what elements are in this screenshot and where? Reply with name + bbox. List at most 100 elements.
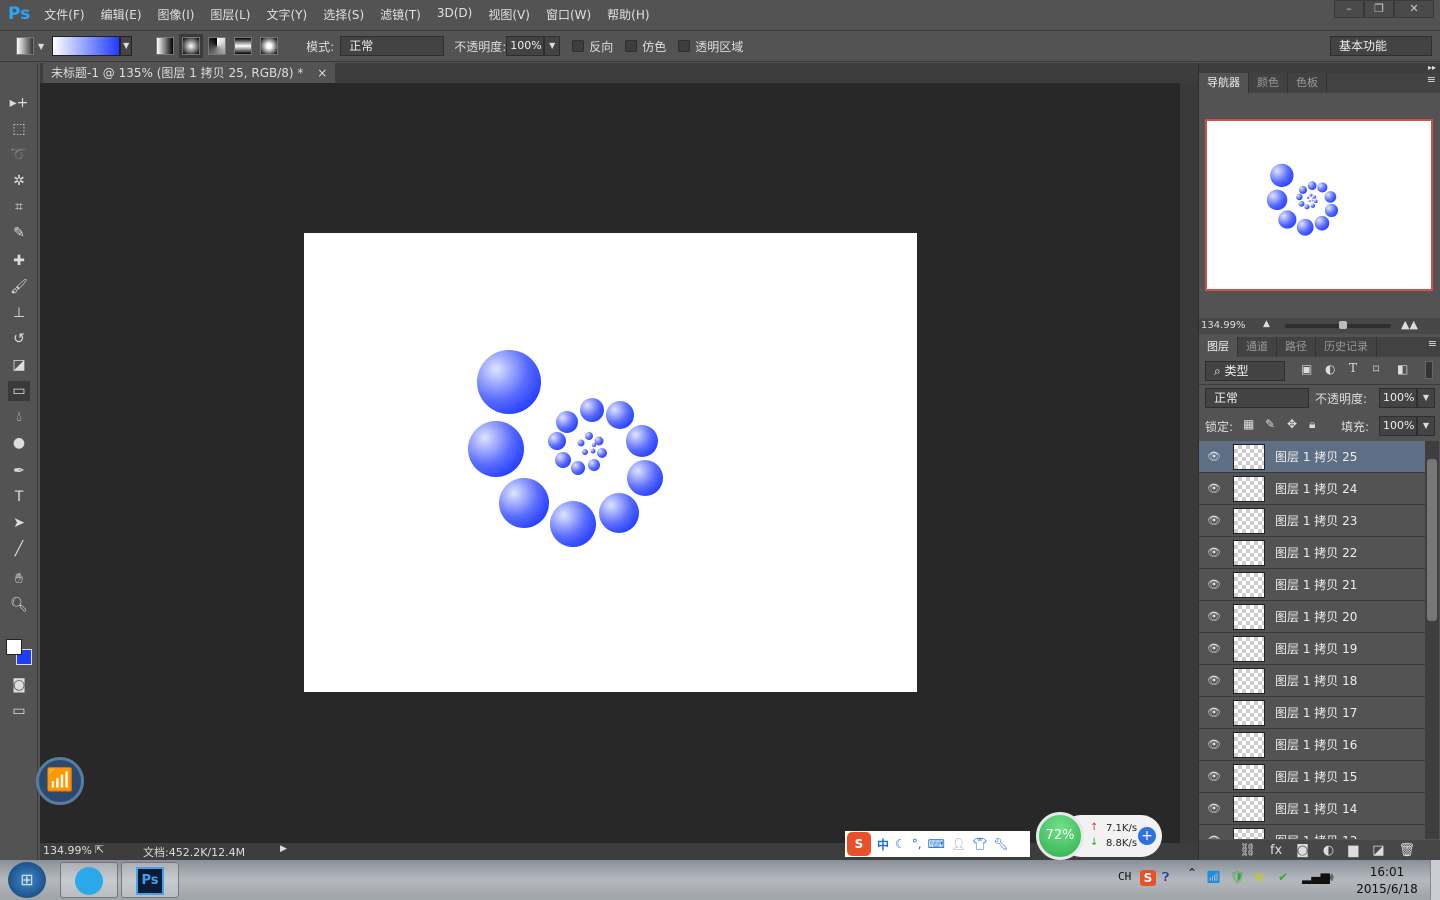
pen-tool-icon[interactable]: ✒ (8, 461, 30, 481)
user-icon[interactable]: 👤︎ (951, 837, 966, 851)
reflected-gradient-icon[interactable] (234, 37, 253, 55)
menu-item[interactable]: 视图(V) (488, 6, 530, 23)
menu-item[interactable]: 滤镜(T) (380, 6, 421, 23)
layer-name[interactable]: 图层 1 拷贝 25 (1275, 448, 1357, 465)
gradient-picker[interactable] (52, 36, 121, 56)
fill-dropdown[interactable]: ▼ (1417, 416, 1435, 436)
zoom-out-icon[interactable]: ▲ (1263, 319, 1270, 329)
transparency-checkbox[interactable] (678, 40, 691, 52)
tools-icon[interactable]: 🔧︎ (993, 837, 1008, 851)
folder-icon[interactable]: ▆ (1348, 843, 1358, 858)
layer-row[interactable]: 👁︎ 图层 1 拷贝 25 (1199, 441, 1425, 473)
marquee-tool-icon[interactable]: ⬚ (8, 119, 30, 139)
fx-icon[interactable]: fx (1270, 843, 1282, 858)
layer-name[interactable]: 图层 1 拷贝 21 (1275, 576, 1357, 593)
fill-input[interactable]: 100% (1379, 416, 1417, 436)
volume-icon[interactable]: 🔊︎ (1326, 870, 1334, 885)
menu-item[interactable]: 图层(L) (210, 6, 250, 23)
status-menu-arrow-icon[interactable]: ▶ (280, 844, 287, 854)
menu-item[interactable]: 选择(S) (323, 6, 364, 23)
layer-row[interactable]: 👁︎ 图层 1 拷贝 14 (1199, 793, 1425, 825)
navigator-zoom-value[interactable]: 134.99% (1201, 320, 1246, 331)
security-shield-icon[interactable]: 🛡︎ (1230, 870, 1245, 884)
quick-mask-icon[interactable]: ◙ (8, 675, 30, 695)
half-width-icon[interactable]: ☾ (895, 837, 906, 851)
visibility-eye-icon[interactable]: 👁︎ (1199, 738, 1229, 751)
opacity-dropdown[interactable]: ▼ (544, 36, 561, 56)
close-button[interactable]: ✕ (1394, 0, 1434, 18)
angle-gradient-icon[interactable] (208, 37, 227, 55)
layer-row[interactable]: 👁︎ 图层 1 拷贝 15 (1199, 761, 1425, 793)
visibility-eye-icon[interactable]: 👁︎ (1199, 482, 1229, 495)
menu-item[interactable]: 3D(D) (437, 6, 472, 23)
clock[interactable]: 16:01 2015/6/18 (1352, 864, 1422, 898)
layer-name[interactable]: 图层 1 拷贝 22 (1275, 544, 1357, 561)
hand-tool-icon[interactable]: ✋︎ (8, 569, 30, 589)
show-hidden-icons[interactable]: ⌃ (1187, 866, 1197, 880)
layer-opacity-dropdown[interactable]: ▼ (1417, 388, 1435, 408)
export-icon[interactable]: ⇱ (95, 843, 104, 856)
panel-tab[interactable]: 通道 (1238, 337, 1277, 357)
linear-gradient-icon[interactable] (156, 37, 175, 55)
taskbar-browser-button[interactable] (60, 862, 118, 898)
layer-name[interactable]: 图层 1 拷贝 23 (1275, 512, 1357, 529)
wifi-tray-icon[interactable]: 📶︎ (1206, 870, 1221, 884)
skin-icon[interactable]: 👕︎ (972, 837, 987, 851)
adjustment-icon[interactable]: ◐ (1323, 843, 1334, 858)
layer-row[interactable]: 👁︎ 图层 1 拷贝 16 (1199, 729, 1425, 761)
zoom-slider[interactable] (1285, 321, 1391, 329)
punctuation-icon[interactable]: °, (912, 837, 922, 851)
visibility-eye-icon[interactable]: 👁︎ (1199, 802, 1229, 815)
layer-row[interactable]: 👁︎ 图层 1 拷贝 24 (1199, 473, 1425, 505)
crop-tool-icon[interactable]: ⌗ (8, 197, 30, 217)
add-icon[interactable]: + (1138, 827, 1156, 845)
filter-type-icon[interactable]: T (1349, 361, 1357, 375)
lock-position-icon[interactable]: ✥ (1287, 417, 1297, 431)
layer-filter-select[interactable]: ⌕ 类型 (1205, 361, 1285, 381)
magic-wand-icon[interactable]: ✲ (8, 171, 30, 191)
visibility-eye-icon[interactable]: 👁︎ (1199, 546, 1229, 559)
mask-icon[interactable]: ◙ (1296, 843, 1309, 858)
help-tray-icon[interactable]: ❓︎ (1162, 870, 1169, 885)
layer-name[interactable]: 图层 1 拷贝 18 (1275, 672, 1357, 689)
reverse-checkbox[interactable] (572, 40, 585, 52)
menu-item[interactable]: 图像(I) (158, 6, 195, 23)
filter-shape-icon[interactable]: ⌑ (1373, 362, 1379, 376)
language-indicator[interactable]: CH (1118, 870, 1131, 883)
layer-row[interactable]: 👁︎ 图层 1 拷贝 22 (1199, 537, 1425, 569)
panel-tab[interactable]: 色板 (1288, 73, 1327, 93)
filter-adjustment-icon[interactable]: ◐ (1325, 362, 1335, 376)
document-tab[interactable]: 未标题-1 @ 135% (图层 1 拷贝 25, RGB/8) * × (43, 63, 336, 83)
visibility-eye-icon[interactable]: 👁︎ (1199, 770, 1229, 783)
filter-toggle[interactable] (1425, 361, 1433, 379)
menu-item[interactable]: 文字(Y) (266, 6, 307, 23)
zoom-level[interactable]: 134.99% (43, 844, 92, 857)
restore-button[interactable]: ❐ (1364, 0, 1394, 18)
minimize-button[interactable]: – (1334, 0, 1364, 18)
radial-gradient-icon[interactable] (179, 34, 204, 58)
network-tray-icon[interactable]: ✔ (1278, 870, 1288, 884)
workspace-select[interactable]: 基本功能 (1330, 36, 1432, 56)
blend-mode-select[interactable]: 正常 (1205, 388, 1309, 408)
panel-tab[interactable]: 路径 (1277, 337, 1316, 357)
menu-item[interactable]: 编辑(E) (101, 6, 142, 23)
lock-paint-icon[interactable]: ✎ (1265, 417, 1275, 431)
layer-row[interactable]: 👁︎ 图层 1 拷贝 19 (1199, 633, 1425, 665)
menu-item[interactable]: 帮助(H) (607, 6, 649, 23)
document-canvas[interactable] (304, 233, 917, 692)
visibility-eye-icon[interactable]: 👁︎ (1199, 578, 1229, 591)
layer-name[interactable]: 图层 1 拷贝 24 (1275, 480, 1357, 497)
panel-menu-icon[interactable]: ≡ (1428, 337, 1440, 357)
visibility-eye-icon[interactable]: 👁︎ (1199, 610, 1229, 623)
visibility-eye-icon[interactable]: 👁︎ (1199, 450, 1229, 463)
start-button[interactable]: ⊞ (8, 862, 46, 898)
link-icon[interactable]: ⛓︎ (1239, 843, 1256, 858)
eraser-icon[interactable]: ◪ (8, 355, 30, 375)
sogou-tray-icon[interactable]: S (1140, 870, 1156, 886)
layer-row[interactable]: 👁︎ 图层 1 拷贝 20 (1199, 601, 1425, 633)
ime-chinese-mode[interactable]: 中 (877, 836, 889, 853)
filter-smart-object-icon[interactable]: ◧ (1397, 362, 1408, 376)
layer-name[interactable]: 图层 1 拷贝 20 (1275, 608, 1357, 625)
gradient-dropdown[interactable]: ▼ (120, 36, 133, 56)
healing-brush-icon[interactable]: ✚ (8, 251, 30, 271)
